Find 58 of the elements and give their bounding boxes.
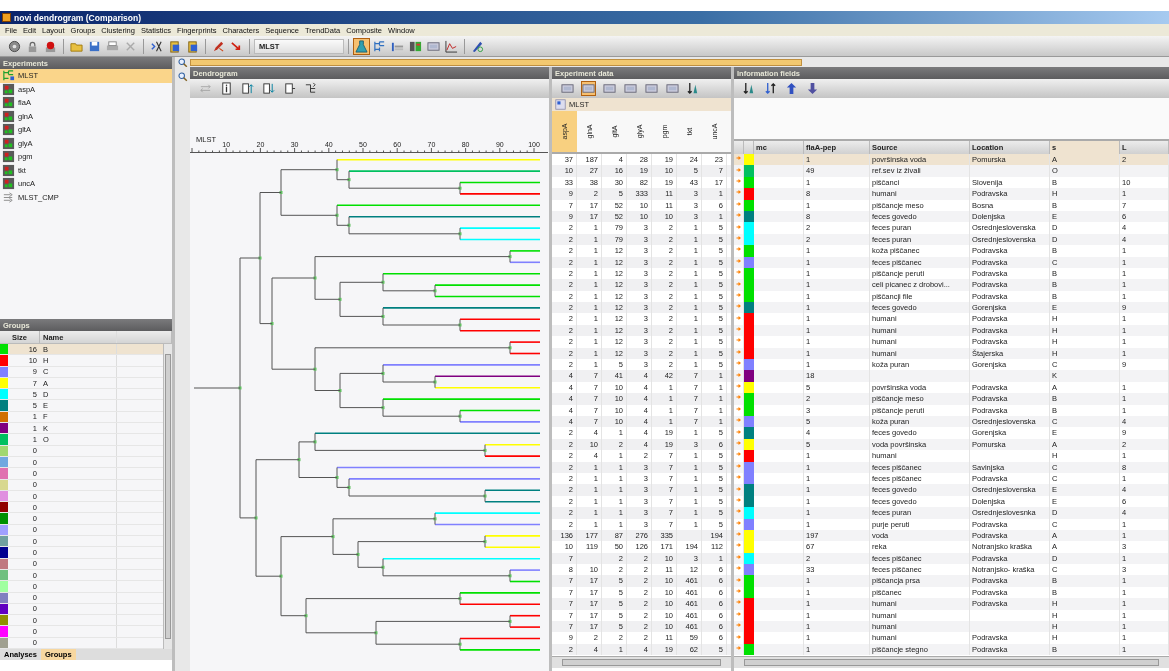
swap-icon	[199, 82, 212, 95]
table-icon	[561, 82, 574, 95]
scroll-bar[interactable]	[552, 655, 731, 668]
toolbar-button[interactable]	[282, 81, 297, 96]
scroll-bar[interactable]	[734, 655, 1169, 668]
matrix-icon	[2, 163, 15, 177]
document-icon	[283, 82, 296, 95]
window-title: novi dendrogram (Comparison)	[14, 12, 142, 23]
arrow-icon	[230, 39, 243, 53]
matrix-icon	[2, 123, 15, 137]
flask-icon	[355, 39, 368, 53]
zoom-icon	[177, 71, 188, 82]
table-icon	[666, 82, 679, 95]
line-chart-icon	[445, 39, 458, 53]
matrix-icon	[2, 150, 15, 164]
toolbar-button[interactable]	[784, 81, 799, 96]
matrix-icon	[2, 109, 15, 123]
gear-icon	[8, 39, 21, 53]
matrix-icon	[2, 136, 15, 150]
matrix-icon	[2, 82, 15, 96]
pencil-icon	[212, 39, 225, 53]
tree-icon	[373, 39, 386, 53]
table-icon	[645, 82, 658, 95]
clipboard-icon	[168, 39, 181, 53]
scroll-bar[interactable]	[163, 344, 172, 649]
document-up-icon	[241, 82, 254, 95]
zoom-icon	[177, 56, 188, 68]
matrix-icon	[2, 96, 15, 110]
info-icon	[220, 82, 233, 95]
printer-icon	[106, 39, 119, 53]
toolbar-button[interactable]	[219, 81, 234, 96]
clipboard-icon	[186, 39, 199, 53]
marker-icon	[44, 39, 57, 53]
toolbar-button[interactable]	[763, 81, 778, 96]
branch-icon	[304, 82, 317, 95]
document-down-icon	[262, 82, 275, 95]
scissors-icon	[150, 39, 163, 53]
matrix-icon	[409, 39, 422, 53]
pen-icon	[471, 39, 484, 53]
sort-icon	[743, 82, 756, 95]
toolbar-button[interactable]	[303, 81, 318, 96]
down-arrow-icon	[806, 82, 819, 95]
table-icon	[603, 82, 616, 95]
sort-icon	[687, 82, 700, 95]
table-icon	[555, 99, 566, 110]
up-arrow-icon	[785, 82, 798, 95]
toolbar-button[interactable]	[240, 81, 255, 96]
table-icon	[582, 82, 595, 95]
matrix-icon	[2, 177, 15, 191]
tree-icon	[2, 69, 15, 83]
app-icon	[2, 13, 11, 22]
arrows-icon	[2, 190, 15, 204]
toolbar-button[interactable]	[261, 81, 276, 96]
table-icon	[427, 39, 440, 53]
table-icon	[624, 82, 637, 95]
toolbar-button[interactable]	[805, 81, 820, 96]
lock-icon	[26, 39, 39, 53]
sort-icon	[764, 82, 777, 95]
